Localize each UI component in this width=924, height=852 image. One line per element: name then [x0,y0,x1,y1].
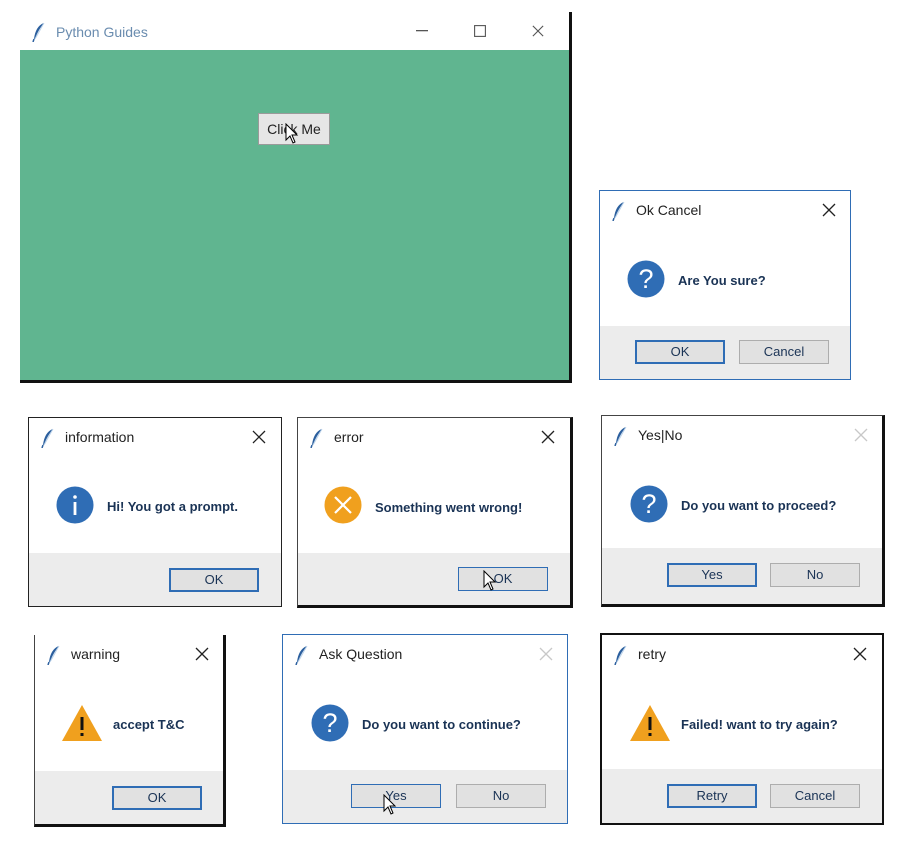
title-bar: Ok Cancel [600,191,850,229]
tk-feather-icon [612,201,626,221]
title-bar: Ask Question [283,635,567,673]
dialog-title: Ask Question [319,646,403,662]
button-label: OK [147,790,167,805]
title-bar: Yes|No [602,416,882,454]
button-label: Cancel [763,344,805,359]
window-title: Python Guides [56,24,148,40]
dialog-title: warning [71,646,121,662]
dialog-footer: Yes No [283,770,567,823]
title-bar: Python Guides [20,12,569,50]
dialog-warning: warning accept T&C OK [34,635,226,827]
button-label: OK [204,572,224,587]
ok-button[interactable]: OK [169,568,259,592]
button-label: No [492,788,510,803]
dialog-ok-cancel: Ok Cancel Are You sure? OK Cancel [599,190,851,380]
no-button[interactable]: No [770,563,860,587]
cancel-button[interactable]: Cancel [770,784,860,808]
button-label: No [806,567,824,582]
dialog-message: Hi! You got a prompt. [107,499,238,514]
dialog-footer: OK [29,553,281,606]
dialog-footer: OK [35,771,223,824]
close-icon[interactable] [539,647,553,661]
no-button[interactable]: No [456,784,546,808]
dialog-footer: Retry Cancel [602,769,882,823]
dialog-title: Ok Cancel [636,202,702,218]
window-canvas: Click Me [20,50,569,380]
error-icon [324,486,362,524]
dialog-message: Do you want to proceed? [681,498,837,513]
close-icon[interactable] [195,647,209,661]
mouse-pointer-icon [483,570,497,592]
close-icon[interactable] [853,647,867,661]
warning-icon [629,704,671,742]
tk-feather-icon [614,426,628,446]
dialog-message: Something went wrong! [375,500,523,515]
button-label: Retry [696,788,728,803]
dialog-footer: Yes No [602,548,882,604]
ok-button[interactable]: OK [635,340,725,364]
maximize-icon[interactable] [474,25,486,37]
dialog-footer: OK Cancel [600,326,850,379]
tk-feather-icon [614,645,628,665]
dialog-title: Yes|No [638,427,683,443]
question-icon [630,485,668,523]
button-label: Cancel [794,788,836,803]
title-bar: retry [602,635,882,673]
dialog-message: Do you want to continue? [362,717,521,732]
dialog-retry: retry Failed! want to try again? Retry C… [600,633,884,825]
ok-button[interactable]: OK [458,567,548,591]
dialog-message: Failed! want to try again? [681,717,838,732]
dialog-information: information Hi! You got a prompt. OK [28,417,282,607]
question-icon [627,260,665,298]
cancel-button[interactable]: Cancel [739,340,829,364]
retry-button[interactable]: Retry [667,784,757,808]
question-icon [311,704,349,742]
title-bar: error [298,418,570,456]
button-label: Yes [701,567,723,582]
dialog-title: error [334,429,364,445]
main-window: Python Guides Click Me [20,12,572,383]
dialog-message: accept T&C [113,717,185,732]
close-icon[interactable] [854,428,868,442]
close-icon[interactable] [822,203,836,217]
dialog-error: error Something went wrong! OK [297,417,573,608]
ok-button[interactable]: OK [112,786,202,810]
tk-feather-icon [41,428,55,448]
info-icon [56,486,94,524]
tk-feather-icon [310,428,324,448]
close-icon[interactable] [252,430,266,444]
mouse-pointer-icon [383,794,397,816]
tk-feather-icon [32,22,46,42]
tk-feather-icon [47,645,61,665]
dialog-message: Are You sure? [678,273,766,288]
dialog-ask-question: Ask Question Do you want to continue? Ye… [282,634,568,824]
tk-feather-icon [295,645,309,665]
button-label: OK [670,344,690,359]
dialog-footer: OK [298,553,570,605]
dialog-yes-no: Yes|No Do you want to proceed? Yes No [601,415,885,607]
close-icon[interactable] [541,430,555,444]
mouse-pointer-icon [285,123,299,145]
minimize-icon[interactable] [416,30,428,32]
dialog-title: retry [638,646,666,662]
close-icon[interactable] [532,25,544,37]
yes-button[interactable]: Yes [667,563,757,587]
warning-icon [61,704,103,742]
dialog-title: information [65,429,135,445]
title-bar: warning [35,635,223,673]
title-bar: information [29,418,281,456]
